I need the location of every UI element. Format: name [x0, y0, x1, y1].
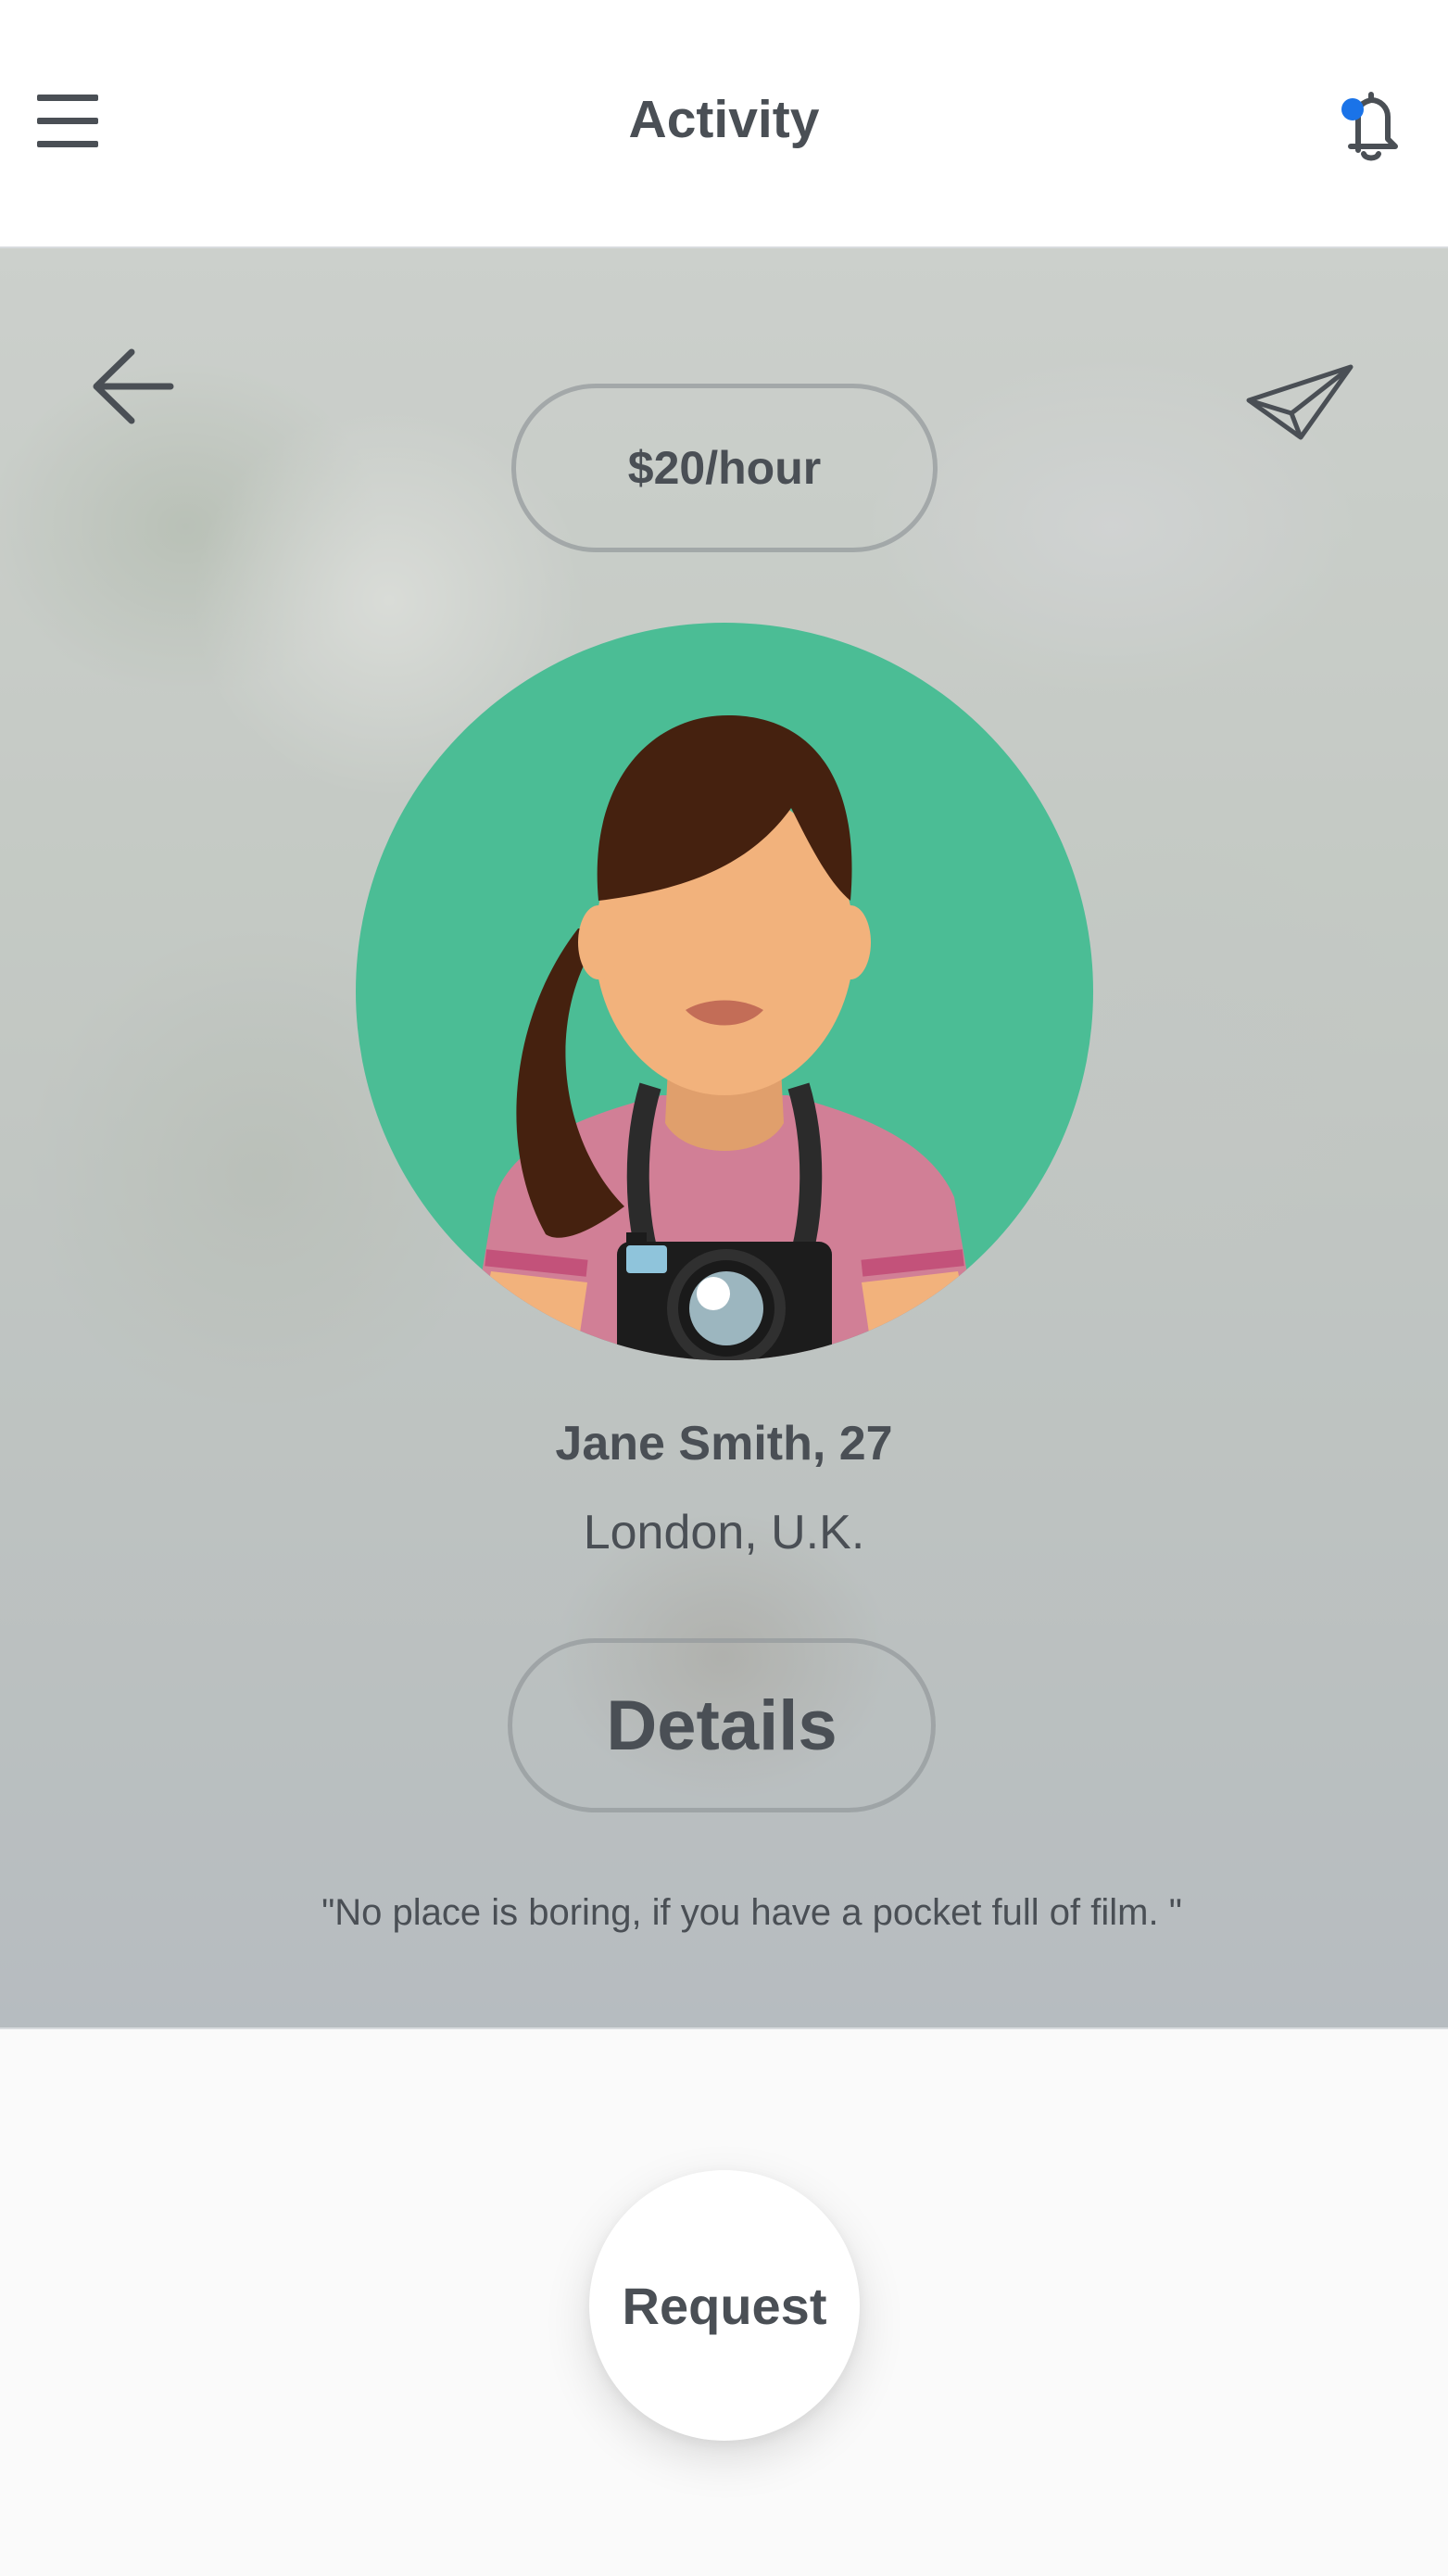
hourly-rate-badge: $20/hour — [511, 384, 938, 552]
arrow-left-icon[interactable] — [91, 345, 174, 428]
profile-hero: $20/hour Jane Smith, 27 London, U.K. Det… — [0, 246, 1448, 2029]
app-header: Activity — [0, 0, 1448, 246]
profile-screen: Activity $20/hour Jane Smith, 27 London,… — [0, 0, 1448, 2576]
page-title: Activity — [628, 90, 820, 149]
profile-location: London, U.K. — [583, 1506, 865, 1559]
profile-name: Jane Smith, 27 — [555, 1417, 893, 1471]
request-button[interactable]: Request — [589, 2170, 860, 2441]
avatar — [356, 623, 1093, 1360]
details-button[interactable]: Details — [508, 1638, 936, 1812]
profile-quote: "No place is boring, if you have a pocke… — [321, 1892, 1182, 1933]
notification-dot — [1341, 98, 1364, 120]
bell-icon[interactable] — [1332, 85, 1410, 163]
paper-plane-icon[interactable] — [1245, 363, 1354, 441]
